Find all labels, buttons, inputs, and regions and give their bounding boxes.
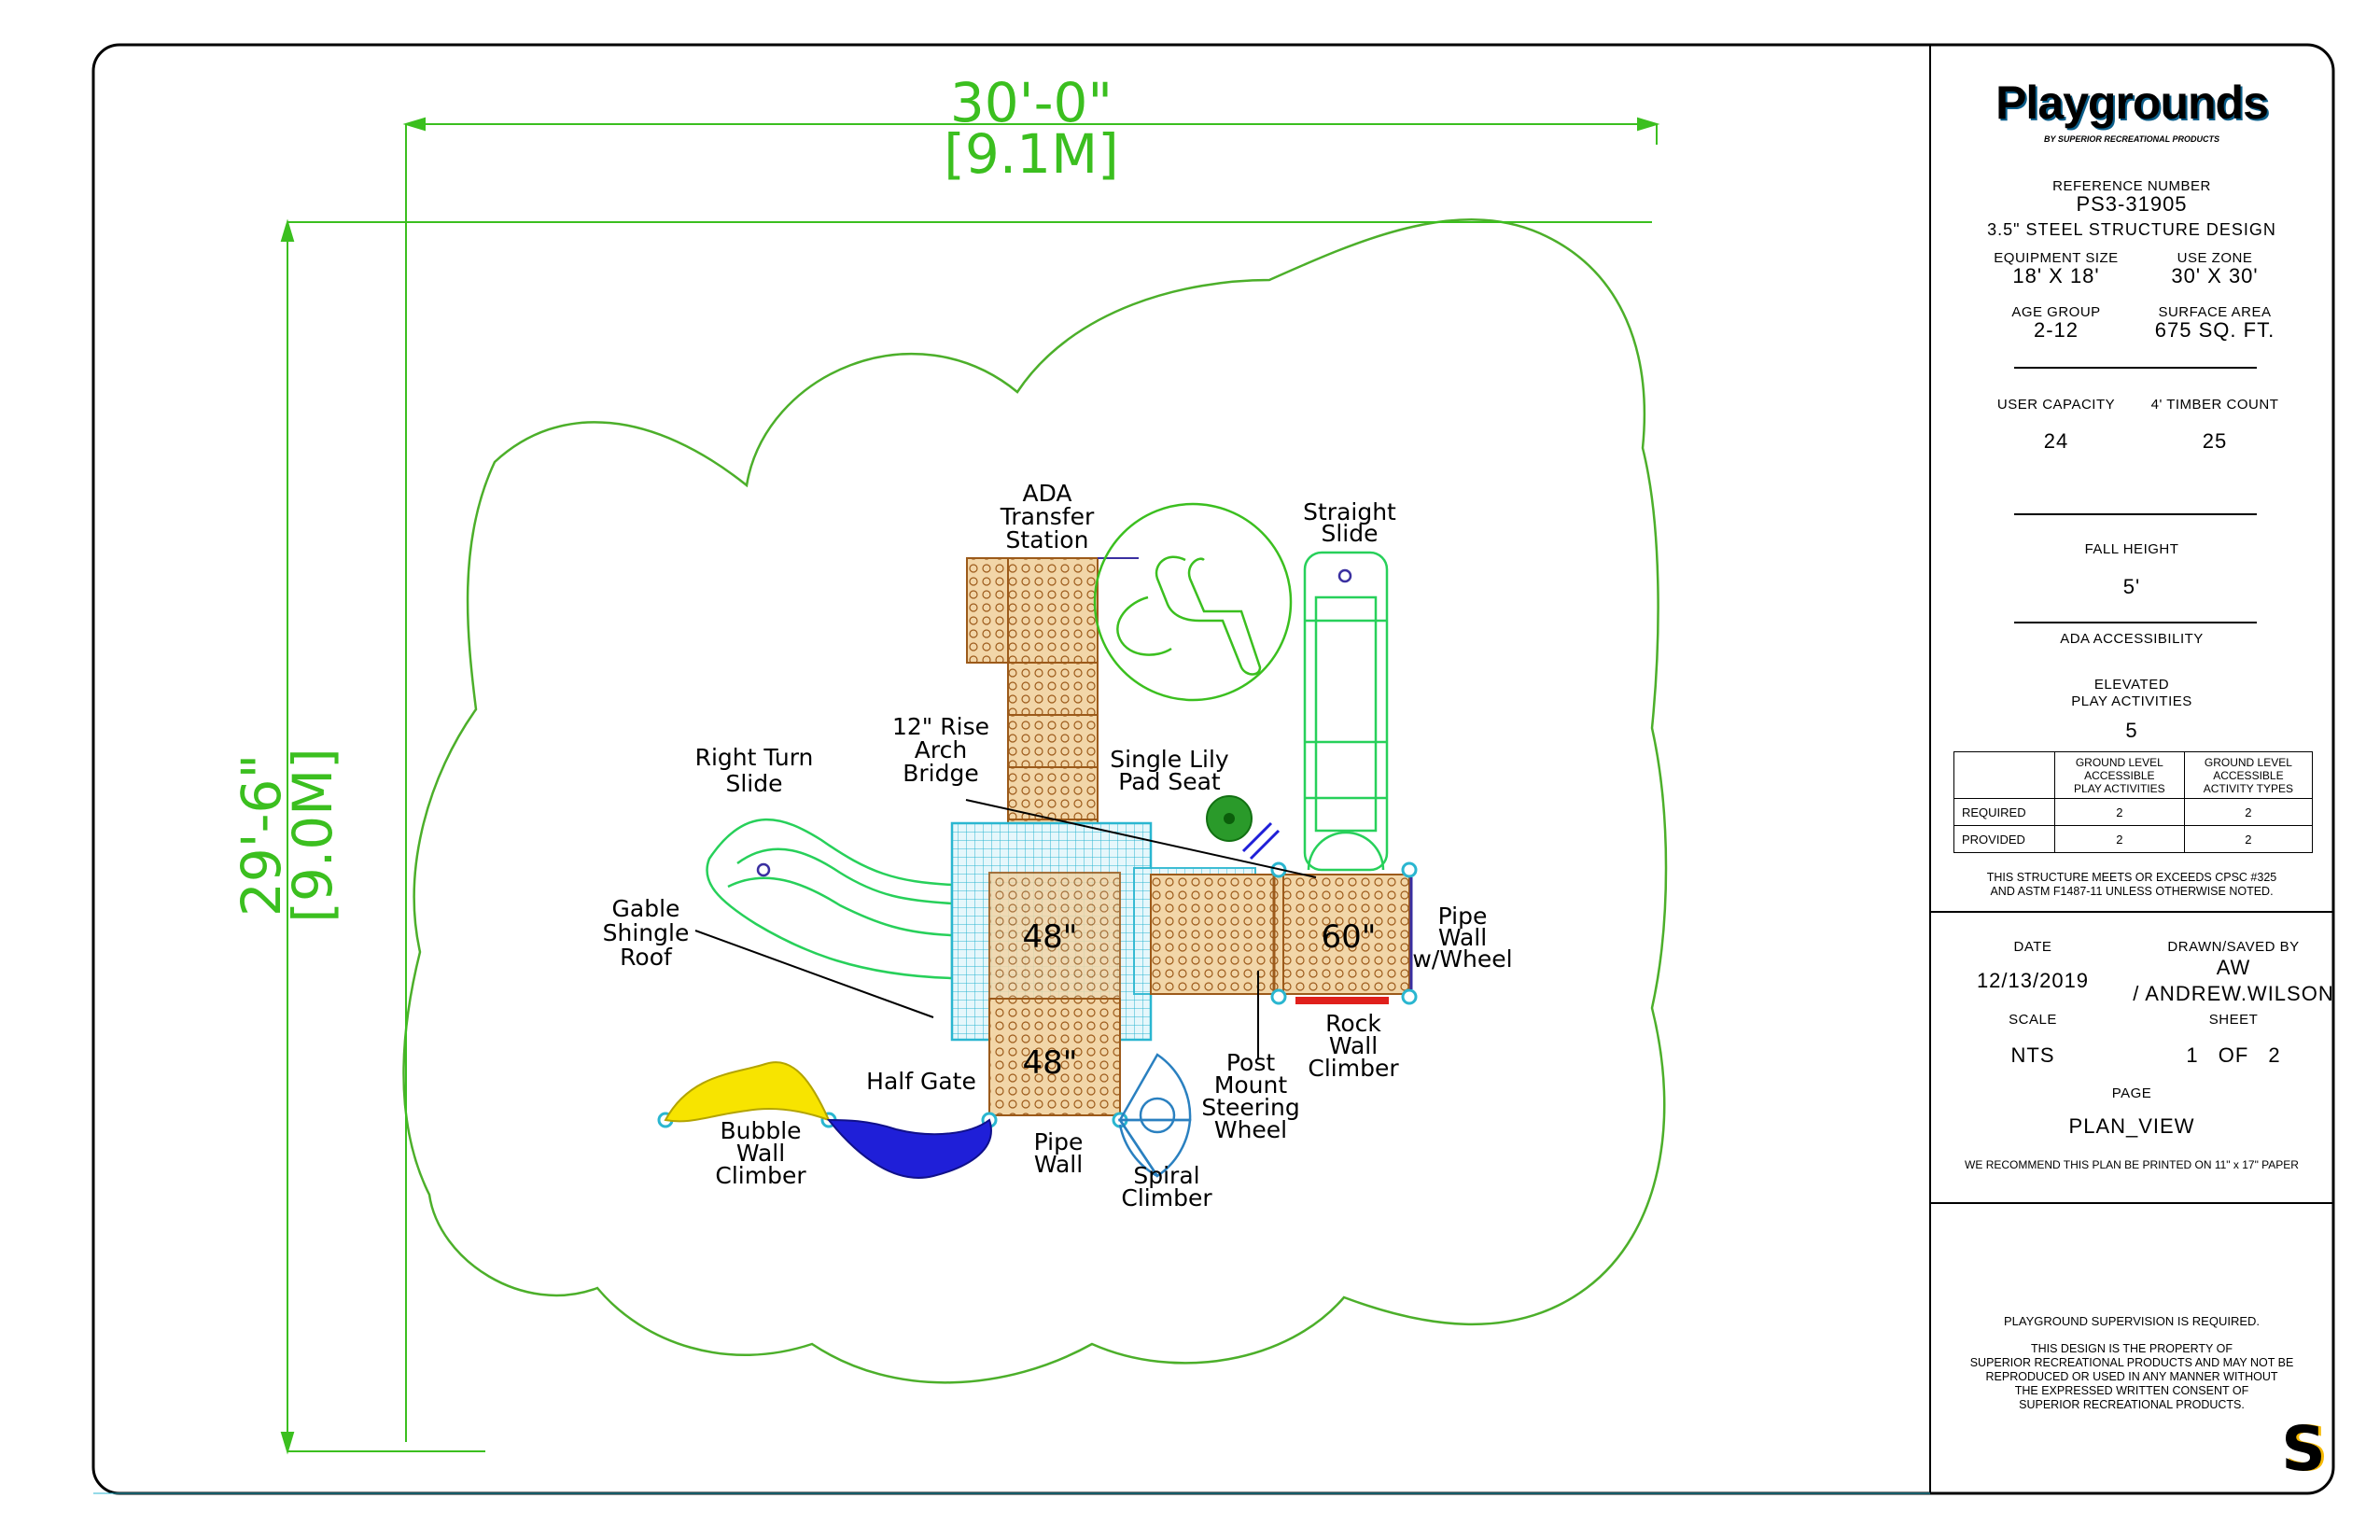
svg-text:Climber: Climber: [1121, 1184, 1212, 1211]
callout-bubble-wall: Bubble Wall Climber: [715, 1117, 806, 1189]
compliance-note-2: AND ASTM F1487-11 UNLESS OTHERWISE NOTED…: [1990, 885, 2274, 898]
callout-ada-transfer: ADA Transfer Station: [1000, 480, 1095, 553]
scale-label: SCALE: [2009, 1012, 2057, 1028]
deck-height-b: 60": [1322, 918, 1377, 956]
page-value: PLAN_VIEW: [2068, 1114, 2195, 1138]
svg-text:Wheel: Wheel: [1214, 1116, 1287, 1143]
svg-text:Climber: Climber: [1308, 1055, 1399, 1082]
accessibility-table: GROUND LEVEL ACCESSIBLE PLAY ACTIVITIES …: [1953, 751, 2314, 853]
drawn-value-1: AW: [2216, 956, 2251, 979]
sheet-label: SHEET: [2208, 1012, 2259, 1028]
svg-text:Right Turn: Right Turn: [695, 744, 814, 771]
property-note-2: SUPERIOR RECREATIONAL PRODUCTS AND MAY N…: [1969, 1356, 2294, 1369]
corner-logo: S: [2281, 1413, 2326, 1485]
straight-slide: [1303, 551, 1389, 872]
svg-text:Roof: Roof: [620, 944, 673, 971]
callout-pipe-wall-wheel: Pipe Wall w/Wheel: [1412, 903, 1512, 973]
callout-rise-bridge: 12" Rise Arch Bridge: [892, 713, 989, 787]
compliance-note-1: THIS STRUCTURE MEETS OR EXCEEDS CPSC #32…: [1986, 871, 2277, 884]
elevated-label-2: PLAY ACTIVITIES: [2071, 693, 2192, 709]
date-value: 12/13/2019: [1976, 969, 2090, 992]
page-label: PAGE: [2111, 1085, 2152, 1101]
callout-lily-pad: Single Lily Pad Seat: [1110, 746, 1229, 795]
callout-half-gate: Half Gate: [866, 1068, 976, 1095]
property-note-1: THIS DESIGN IS THE PROPERTY OF: [2030, 1342, 2233, 1355]
table-header-play: GROUND LEVEL ACCESSIBLE PLAY ACTIVITIES: [2053, 751, 2185, 799]
logo-subtitle: BY SUPERIOR RECREATIONAL PRODUCTS: [2043, 134, 2220, 144]
lily-pad-seat: [1206, 795, 1281, 861]
playgrounds-logo: Playgrounds: [1995, 77, 2269, 129]
fall-height-value: 5': [2122, 575, 2141, 598]
table-row: PROVIDED 2 2: [1953, 825, 2314, 853]
right-turn-slide: [706, 818, 954, 980]
svg-text:Slide: Slide: [725, 770, 782, 797]
callout-straight-slide: Straight Slide: [1303, 498, 1396, 547]
svg-text:Climber: Climber: [715, 1162, 806, 1189]
drawn-value-2: / ANDREW.WILSON: [2133, 982, 2334, 1005]
elevated-value: 5: [2125, 719, 2138, 742]
ada-symbol: [1093, 502, 1293, 702]
callout-spiral-climber: Spiral Climber: [1121, 1162, 1212, 1211]
reference-value: PS3-31905: [2076, 192, 2188, 216]
svg-text:w/Wheel: w/Wheel: [1412, 945, 1512, 973]
sheet-value: 1 OF 2: [2186, 1043, 2281, 1067]
scale-value: NTS: [2010, 1043, 2055, 1067]
table-header-types: GROUND LEVEL ACCESSIBLE ACTIVITY TYPES: [2183, 751, 2314, 799]
drawn-label: DRAWN/SAVED BY: [2167, 939, 2300, 955]
deck-height-c: 48": [1023, 1044, 1078, 1082]
svg-text:Bridge: Bridge: [903, 760, 979, 787]
surface-area-value: 675 SQ. FT.: [2154, 318, 2275, 342]
timber-count-value: 25: [2202, 429, 2228, 453]
table-row: REQUIRED 2 2: [1953, 798, 2314, 826]
spiral-climber: [1117, 1053, 1192, 1178]
svg-text:Shingle: Shingle: [603, 919, 690, 946]
callout-rock-wall: Rock Wall Climber: [1308, 1010, 1399, 1082]
callout-gable-roof: Gable Shingle Roof: [603, 895, 690, 971]
svg-text:Station: Station: [1006, 526, 1089, 553]
property-note-5: SUPERIOR RECREATIONAL PRODUCTS.: [2019, 1398, 2245, 1411]
property-note-4: THE EXPRESSED WRITTEN CONSENT OF: [2014, 1384, 2249, 1397]
fall-height-label: FALL HEIGHT: [2084, 541, 2179, 557]
date-label: DATE: [2013, 939, 2052, 955]
rock-wall-climber: [1295, 997, 1389, 1004]
deck-height-a: 48": [1023, 918, 1078, 956]
ada-label: ADA ACCESSIBILITY: [2060, 631, 2204, 647]
callout-right-turn-slide: Right Turn Slide: [695, 744, 814, 797]
width-dimension-m: [9.1M]: [944, 122, 1119, 186]
timber-count-label: 4' TIMBER COUNT: [2150, 397, 2279, 413]
elevated-label-1: ELEVATED: [2093, 677, 2170, 693]
svg-text:Slide: Slide: [1321, 520, 1378, 547]
property-note-3: REPRODUCED OR USED IN ANY MANNER WITHOUT: [1985, 1370, 2278, 1383]
title-block: Playgrounds BY SUPERIOR RECREATIONAL PRO…: [1930, 45, 2333, 1493]
svg-text:Pad Seat: Pad Seat: [1118, 768, 1221, 795]
use-zone-value: 30' X 30': [2171, 264, 2259, 287]
svg-text:Wall: Wall: [1034, 1151, 1083, 1178]
svg-text:Gable: Gable: [612, 895, 680, 922]
callout-pipe-wall: Pipe Wall: [1034, 1128, 1084, 1178]
height-dimension-m: [9.0M]: [281, 748, 344, 923]
callout-post-mount: Post Mount Steering Wheel: [1201, 1049, 1299, 1143]
design-type: 3.5" STEEL STRUCTURE DESIGN: [1987, 220, 2276, 239]
supervision-note: PLAYGROUND SUPERVISION IS REQUIRED.: [2003, 1314, 2261, 1328]
print-note: WE RECOMMEND THIS PLAN BE PRINTED ON 11"…: [1965, 1158, 2299, 1171]
